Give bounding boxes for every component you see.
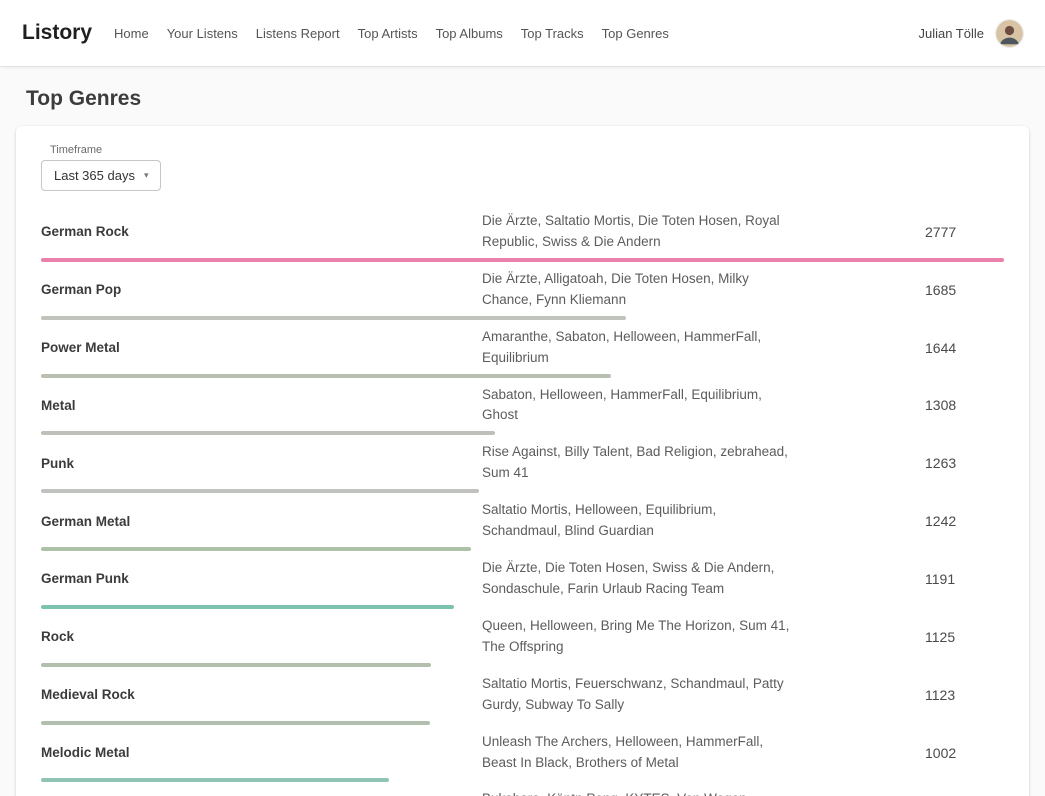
timeframe-select[interactable]: Last 365 days ▾ [41,160,161,191]
timeframe-filter: Timeframe Last 365 days ▾ [41,144,1004,191]
main-nav: Home Your Listens Listens Report Top Art… [114,26,669,41]
genre-row: German Rock Die Ärzte, Saltatio Mortis, … [41,204,1004,262]
genre-name: Punk [41,456,482,471]
genre-artists: Sabaton, Helloween, HammerFall, Equilibr… [482,385,792,427]
genre-name: Medieval Rock [41,687,482,702]
genre-artists: Die Ärzte, Die Toten Hosen, Swiss & Die … [482,558,792,600]
nav-item-top-tracks[interactable]: Top Tracks [521,26,584,41]
page-title: Top Genres [26,87,1019,111]
genre-count: 1308 [925,397,1004,413]
genre-row: German Pop Die Ärzte, Alligatoah, Die To… [41,262,1004,320]
user-area: Julian Tölle [918,20,1023,47]
genre-name: Metal [41,398,482,413]
genre-row: Power Metal Amaranthe, Sabaton, Hellowee… [41,320,1004,378]
nav-item-home[interactable]: Home [114,26,149,41]
genre-artists: Unleash The Archers, Helloween, HammerFa… [482,732,792,774]
genre-row: Punk Rise Against, Billy Talent, Bad Rel… [41,435,1004,493]
genre-name: Melodic Metal [41,745,482,760]
nav-item-top-albums[interactable]: Top Albums [436,26,503,41]
nav-item-listens-report[interactable]: Listens Report [256,26,340,41]
timeframe-label: Timeframe [50,144,1004,156]
genre-count: 1123 [925,687,1004,703]
genre-artists: Die Ärzte, Alligatoah, Die Toten Hosen, … [482,269,792,311]
genre-row: Medieval Rock Saltatio Mortis, Feuerschw… [41,667,1004,725]
genre-name: German Metal [41,514,482,529]
genre-count: 1191 [925,571,1004,587]
genre-count: 1242 [925,513,1004,529]
genre-list: German Rock Die Ärzte, Saltatio Mortis, … [41,204,1004,796]
nav-item-top-artists[interactable]: Top Artists [358,26,418,41]
timeframe-selected-value: Last 365 days [54,168,135,183]
genre-row: Rock Queen, Helloween, Bring Me The Hori… [41,609,1004,667]
chevron-down-icon: ▾ [144,171,149,180]
genre-artists: Bukahara, Käptn Peng, KYTES, Von Wegen L… [482,789,792,796]
genre-artists: Saltatio Mortis, Feuerschwanz, Schandmau… [482,674,792,716]
genre-artists: Queen, Helloween, Bring Me The Horizon, … [482,616,792,658]
nav-item-your-listens[interactable]: Your Listens [167,26,238,41]
user-avatar[interactable] [996,20,1023,47]
genre-count: 1685 [925,282,1004,298]
page-content: Top Genres Timeframe Last 365 days ▾ Ger… [0,87,1045,796]
genre-count: 1002 [925,745,1004,761]
genre-row: Metal Sabaton, Helloween, HammerFall, Eq… [41,378,1004,436]
genre-count: 1263 [925,455,1004,471]
genre-count: 1644 [925,340,1004,356]
nav-item-top-genres[interactable]: Top Genres [602,26,669,41]
genre-artists: Die Ärzte, Saltatio Mortis, Die Toten Ho… [482,211,792,253]
top-genres-card: Timeframe Last 365 days ▾ German Rock Di… [16,126,1029,796]
genre-name: Power Metal [41,340,482,355]
genre-artists: Rise Against, Billy Talent, Bad Religion… [482,442,792,484]
genre-name: German Pop [41,282,482,297]
genre-name: German Rock [41,224,482,239]
brand-logo[interactable]: Listory [22,21,92,45]
genre-row: German Indie Bukahara, Käptn Peng, KYTES… [41,782,1004,796]
top-app-bar: Listory Home Your Listens Listens Report… [0,0,1045,66]
genre-artists: Saltatio Mortis, Helloween, Equilibrium,… [482,500,792,542]
user-name[interactable]: Julian Tölle [918,26,984,41]
genre-row: German Metal Saltatio Mortis, Helloween,… [41,493,1004,551]
avatar-image [996,20,1023,47]
genre-count: 2777 [925,224,1004,240]
genre-count: 1125 [925,629,1004,645]
genre-artists: Amaranthe, Sabaton, Helloween, HammerFal… [482,327,792,369]
genre-row: German Punk Die Ärzte, Die Toten Hosen, … [41,551,1004,609]
genre-row: Melodic Metal Unleash The Archers, Hello… [41,725,1004,783]
genre-name: German Punk [41,571,482,586]
genre-name: Rock [41,629,482,644]
